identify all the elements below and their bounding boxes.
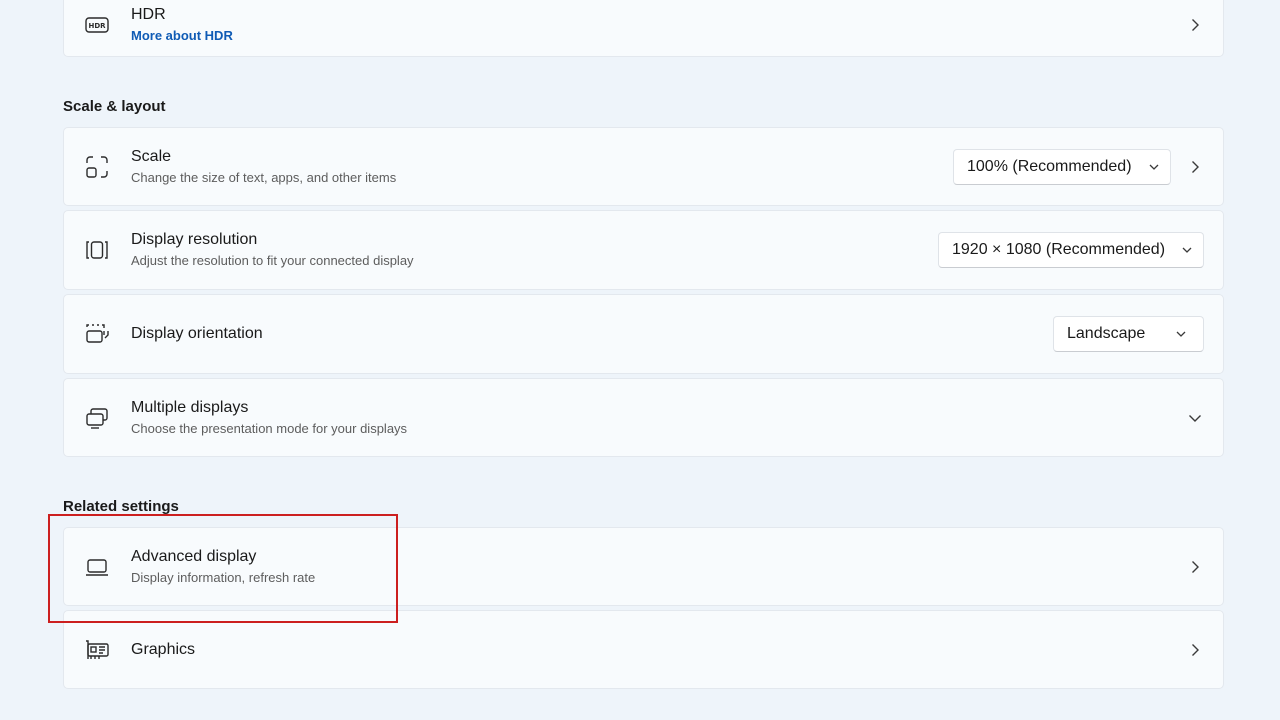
resolution-dropdown[interactable]: 1920 × 1080 (Recommended) [938, 232, 1204, 268]
scale-dropdown[interactable]: 100% (Recommended) [953, 148, 1171, 185]
multiple-displays-title: Multiple displays [131, 398, 249, 416]
orientation-title: Display orientation [131, 325, 263, 342]
section-title-related-settings: Related settings [63, 498, 179, 515]
scale-subtitle: Change the size of text, apps, and other… [131, 169, 397, 185]
chevron-down-icon [1146, 159, 1162, 175]
resolution-title: Display resolution [131, 231, 258, 248]
orientation-dropdown[interactable]: Landscape [1053, 316, 1204, 352]
scale-card[interactable]: Scale Change the size of text, apps, and… [63, 127, 1224, 206]
graphics-title: Graphics [131, 640, 196, 658]
highlight-box [48, 514, 398, 623]
multiple-displays-icon [84, 405, 110, 431]
chevron-down-icon [1173, 326, 1189, 342]
svg-text:HDR: HDR [88, 22, 106, 30]
scale-icon [84, 154, 110, 180]
scale-dropdown-value: 100% (Recommended) [967, 157, 1132, 175]
multiple-displays-subtitle: Choose the presentation mode for your di… [131, 420, 408, 436]
scale-title: Scale [131, 147, 172, 165]
hdr-icon: HDR [84, 12, 110, 38]
resolution-icon [84, 237, 110, 263]
chevron-right-icon [1187, 642, 1203, 658]
chevron-down-icon[interactable] [1187, 410, 1203, 426]
more-about-hdr-link[interactable]: More about HDR [131, 27, 233, 45]
chevron-right-icon [1187, 559, 1203, 575]
chevron-right-icon[interactable] [1187, 159, 1203, 175]
chevron-right-icon [1187, 17, 1203, 33]
display-settings-page: HDR HDR More about HDR Scale & layout Sc… [0, 0, 1280, 720]
resolution-dropdown-value: 1920 × 1080 (Recommended) [952, 241, 1166, 258]
display-orientation-card[interactable]: Display orientation Landscape [63, 294, 1224, 374]
section-title-scale-layout: Scale & layout [63, 98, 166, 115]
resolution-subtitle: Adjust the resolution to fit your connec… [131, 253, 414, 268]
hdr-title: HDR [131, 6, 166, 23]
display-resolution-card[interactable]: Display resolution Adjust the resolution… [63, 210, 1224, 290]
multiple-displays-card[interactable]: Multiple displays Choose the presentatio… [63, 378, 1224, 457]
chevron-down-icon [1179, 242, 1195, 258]
orientation-icon [84, 321, 110, 347]
orientation-dropdown-value: Landscape [1067, 325, 1146, 342]
graphics-card-icon [84, 637, 110, 663]
hdr-card[interactable]: HDR HDR More about HDR [63, 0, 1224, 57]
